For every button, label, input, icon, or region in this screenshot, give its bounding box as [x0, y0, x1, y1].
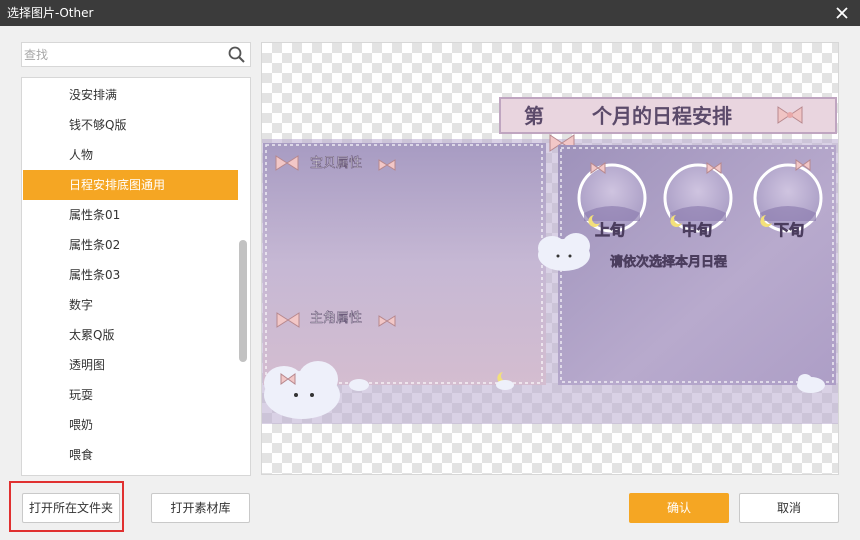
list-item[interactable]: 钱不够Q版 [23, 110, 238, 140]
list-item[interactable]: 属性条03 [23, 260, 238, 290]
list-item[interactable]: 太累Q版 [23, 320, 238, 350]
image-list: 没安排满 钱不够Q版 人物 日程安排底图通用 属性条01 属性条02 属性条03… [21, 77, 251, 476]
banner-prefix: 第 [524, 104, 544, 128]
cloud-icon [264, 361, 340, 419]
list-item[interactable]: 透明图 [23, 350, 238, 380]
close-button[interactable] [832, 3, 852, 23]
list-item[interactable]: 喂食 [23, 440, 238, 470]
confirm-button[interactable]: 确认 [629, 493, 729, 523]
list-item[interactable]: 没安排满 [23, 80, 238, 110]
title-bar: 选择图片-Other [0, 0, 860, 26]
list-item[interactable]: 数字 [23, 290, 238, 320]
label-baby-attr: 宝贝属性 [310, 156, 362, 171]
search-icon[interactable] [227, 45, 247, 65]
open-folder-button[interactable]: 打开所在文件夹 [22, 493, 120, 523]
list-item[interactable]: 属性条01 [23, 200, 238, 230]
left-panel [263, 143, 546, 385]
open-library-button[interactable]: 打开素材库 [151, 493, 250, 523]
label-hero-attr: 主角属性 [310, 311, 362, 326]
banner-suffix: 个月的日程安排 [591, 104, 732, 128]
list-item[interactable]: 人物 [23, 140, 238, 170]
list-item[interactable]: 玩耍 [23, 380, 238, 410]
close-icon [836, 7, 848, 19]
list-item[interactable]: 喂奶 [23, 410, 238, 440]
period-label-mid: 中旬 [682, 221, 712, 239]
image-preview: 第 个月的日程安排 宝贝属性 主角属性 上旬 中旬 下旬 请依次选择本月日程 [261, 42, 839, 475]
cloud-icon [349, 379, 369, 391]
list-item[interactable]: 属性条02 [23, 230, 238, 260]
list-item-selected[interactable]: 日程安排底图通用 [23, 170, 238, 200]
window-title: 选择图片-Other [7, 6, 94, 20]
schedule-prompt: 请依次选择本月日程 [610, 254, 727, 270]
list-scrollbar-thumb[interactable] [239, 240, 247, 362]
cancel-button[interactable]: 取消 [739, 493, 839, 523]
period-label-early: 上旬 [595, 221, 625, 239]
period-label-late: 下旬 [774, 221, 804, 239]
search-input[interactable] [24, 46, 224, 64]
search-box [21, 42, 251, 67]
preview-artwork: 第 个月的日程安排 宝贝属性 主角属性 上旬 中旬 下旬 请依次选择本月日程 [262, 97, 838, 424]
